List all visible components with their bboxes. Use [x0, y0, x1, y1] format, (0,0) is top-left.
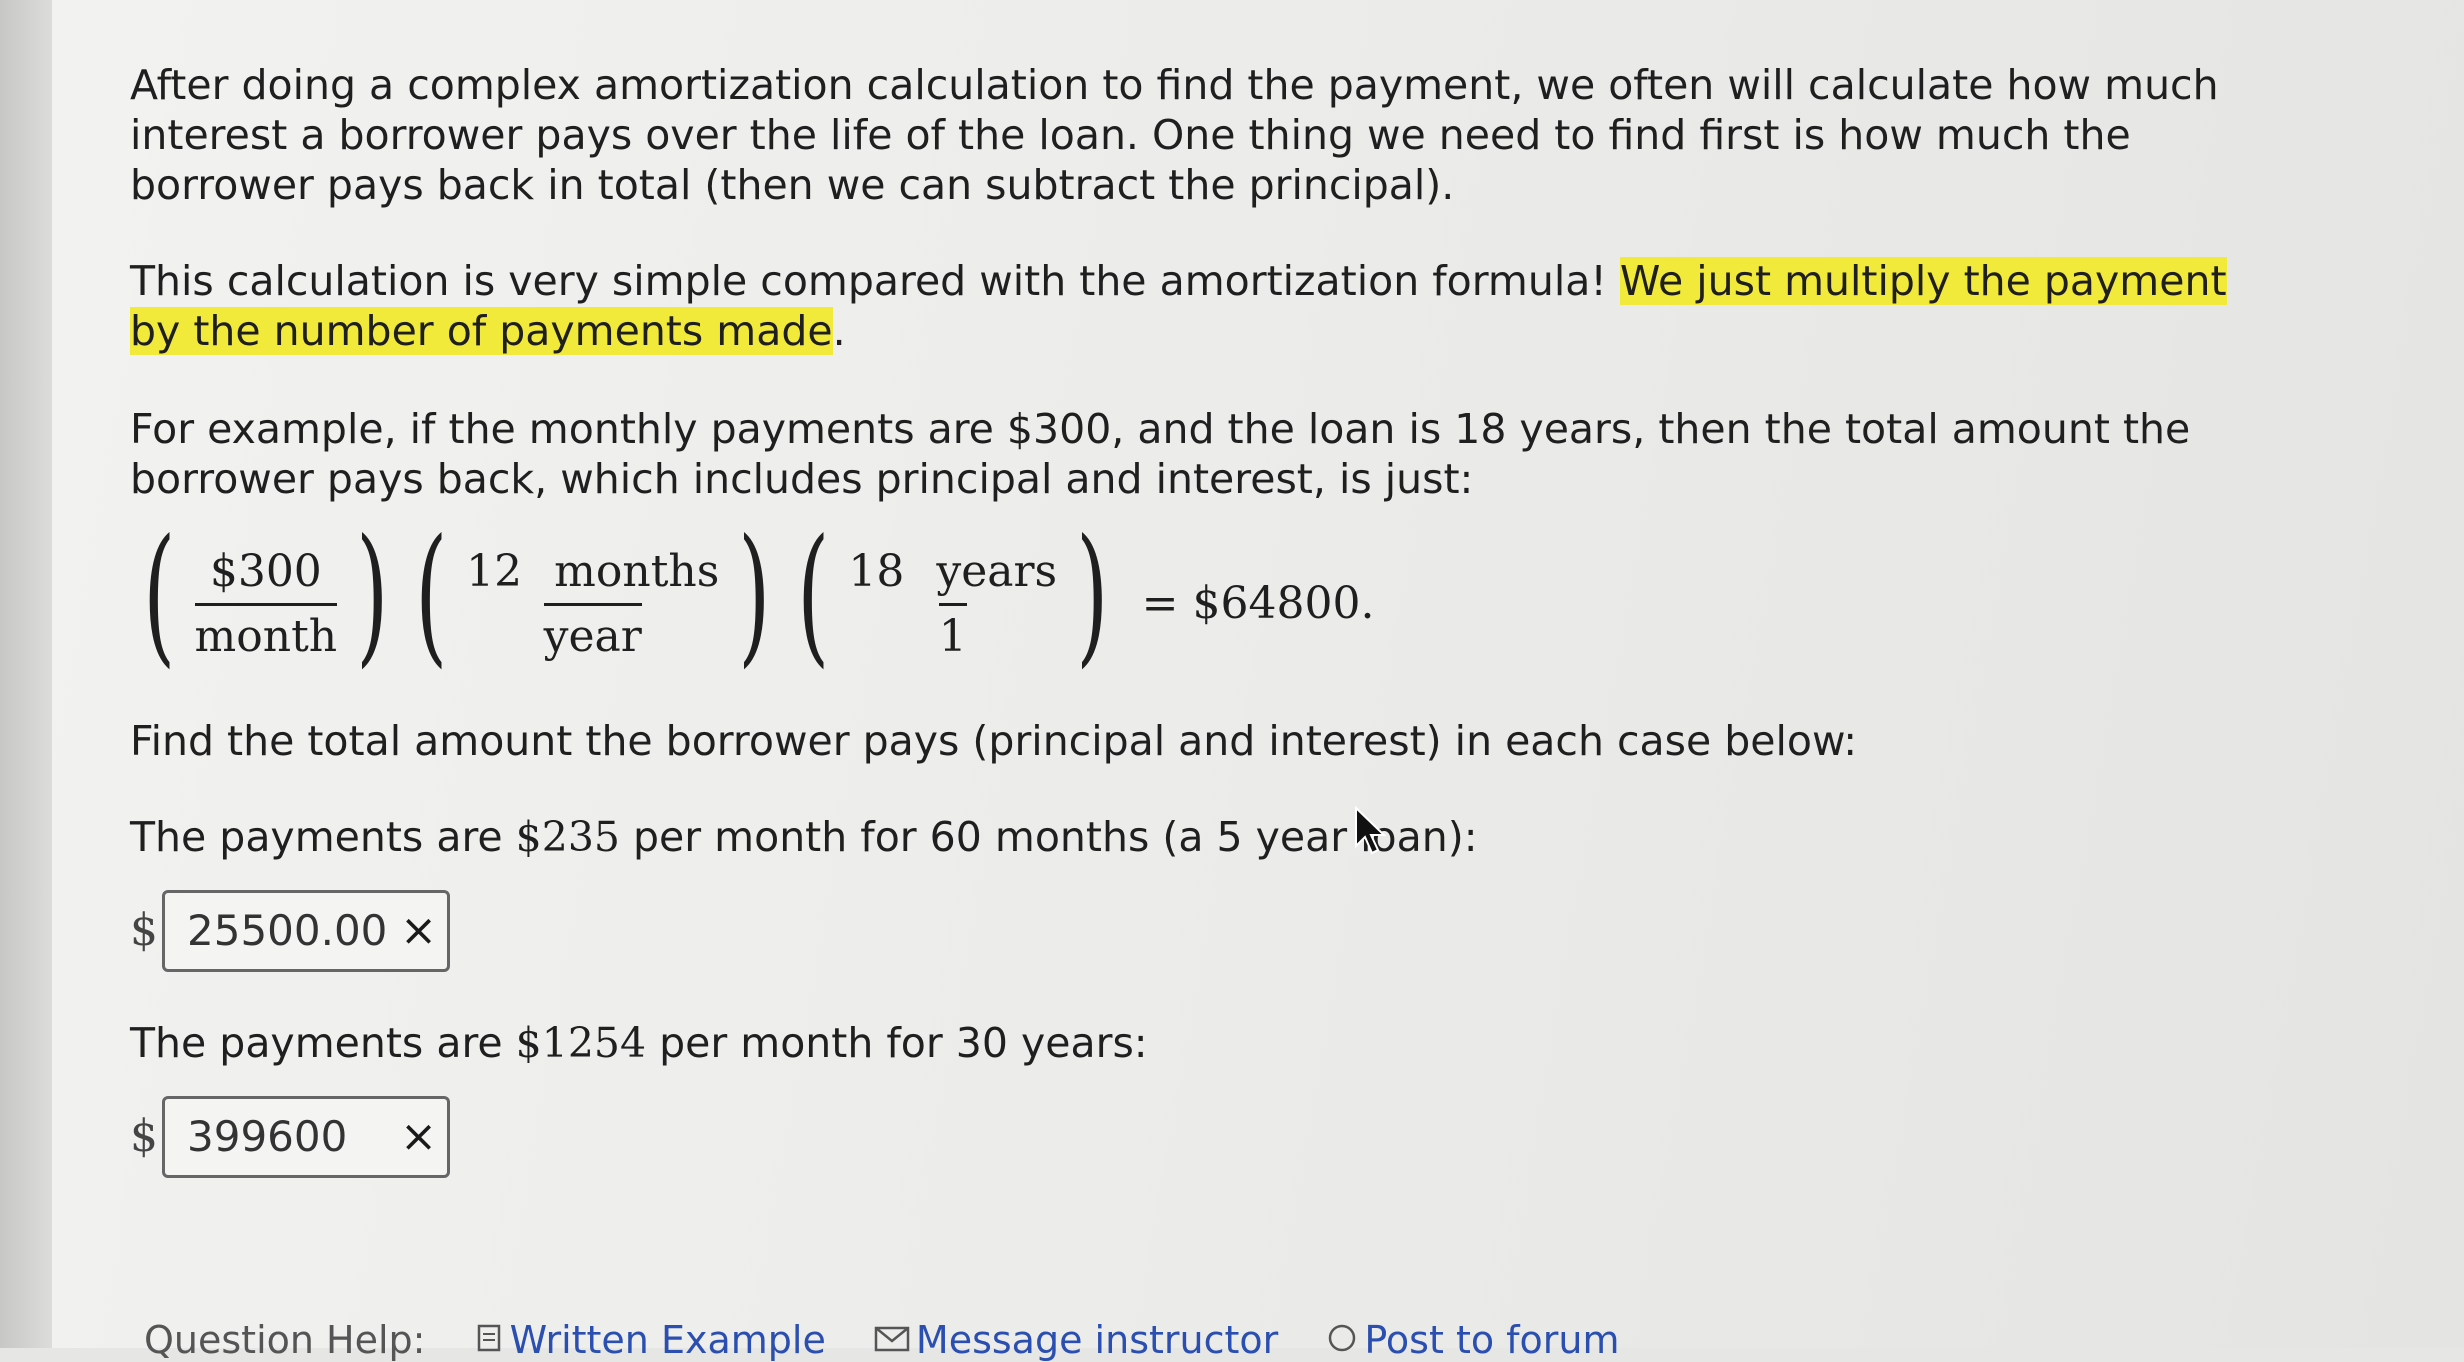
fraction-denominator: month	[194, 602, 338, 662]
fraction-denominator: year	[543, 602, 642, 662]
numerator-unit: years	[936, 545, 1058, 597]
answer-row-1: $ 25500.00 ×	[130, 890, 2300, 972]
currency-symbol: $	[130, 1111, 158, 1162]
message-instructor-link[interactable]: Message instructor	[874, 1318, 1290, 1362]
question-text: per month for 30 years:	[646, 1019, 1148, 1067]
question-text: The payments are	[130, 1019, 516, 1067]
screen-bezel	[0, 0, 52, 1348]
question-1-text: The payments are $235 per month for 60 m…	[130, 812, 2300, 862]
answer-row-2: $ 399600 ×	[130, 1096, 2300, 1178]
answer-input-2[interactable]: 399600 ×	[162, 1096, 450, 1178]
question-prompt: Find the total amount the borrower pays …	[130, 717, 1858, 765]
question-help-bar: Question Help: Written Example Message i…	[144, 1318, 1620, 1362]
question-2: The payments are $1254 per month for 30 …	[130, 1018, 2300, 1178]
fraction-numerator: 12 months	[466, 545, 720, 603]
mouse-cursor-icon	[1354, 805, 1388, 860]
fraction-months: 12 months year	[460, 545, 725, 662]
fraction-numerator: 18 years	[848, 545, 1058, 603]
formula-result: = $64800.	[1141, 578, 1375, 629]
envelope-icon	[874, 1318, 910, 1362]
open-paren: (	[143, 508, 176, 682]
numerator-unit: months	[554, 545, 720, 597]
question-amount: $1254	[515, 1019, 647, 1067]
numerator-number: 12	[466, 545, 523, 597]
written-example-link[interactable]: Written Example	[474, 1318, 838, 1362]
incorrect-icon: ×	[400, 1111, 437, 1162]
answer-input-1[interactable]: 25500.00 ×	[162, 890, 450, 972]
post-to-forum-label[interactable]: Post to forum	[1364, 1318, 1619, 1362]
answer-value[interactable]: 399600	[187, 1112, 347, 1162]
open-paren: (	[414, 508, 448, 682]
answer-value[interactable]: 25500.00	[187, 906, 387, 956]
question-text: per month for 60 months (a 5 year loan):	[620, 813, 1478, 861]
question-content: After doing a complex amortization calcu…	[130, 60, 2300, 1178]
question-text: The payments are	[130, 813, 516, 861]
question-2-text: The payments are $1254 per month for 30 …	[130, 1018, 2300, 1068]
post-to-forum-link[interactable]: Post to forum	[1326, 1318, 1620, 1362]
close-paren: )	[738, 508, 771, 682]
written-example-label[interactable]: Written Example	[510, 1318, 826, 1362]
speech-bubble-icon	[1326, 1318, 1358, 1362]
fraction-years: 18 years 1	[842, 545, 1063, 662]
question-help-label: Question Help:	[144, 1318, 426, 1362]
message-instructor-label[interactable]: Message instructor	[916, 1318, 1278, 1362]
question-page: After doing a complex amortization calcu…	[52, 0, 2464, 1362]
open-paren: (	[797, 508, 830, 682]
incorrect-icon: ×	[400, 905, 437, 956]
fraction-payment: $300 month	[189, 545, 344, 662]
numerator-number: 18	[848, 545, 905, 597]
fraction-numerator: $300	[209, 545, 322, 597]
close-paren: )	[356, 508, 389, 682]
question-amount: $235	[515, 813, 620, 861]
explanation-end: .	[832, 307, 846, 355]
currency-symbol: $	[130, 905, 158, 956]
question-1: The payments are $235 per month for 60 m…	[130, 812, 2300, 972]
document-icon	[474, 1318, 504, 1362]
intro-paragraph: After doing a complex amortization calcu…	[130, 61, 2219, 209]
close-paren: )	[1076, 508, 1109, 682]
explanation-text: This calculation is very simple compared…	[130, 257, 1620, 305]
fraction-denominator: 1	[938, 602, 967, 662]
example-formula: ( $300 month ) ( 12 months year ) ( 18 yea…	[130, 520, 2300, 674]
example-paragraph: For example, if the monthly payments are…	[130, 405, 2191, 503]
explanation-paragraph: This calculation is very simple compared…	[130, 256, 2250, 356]
